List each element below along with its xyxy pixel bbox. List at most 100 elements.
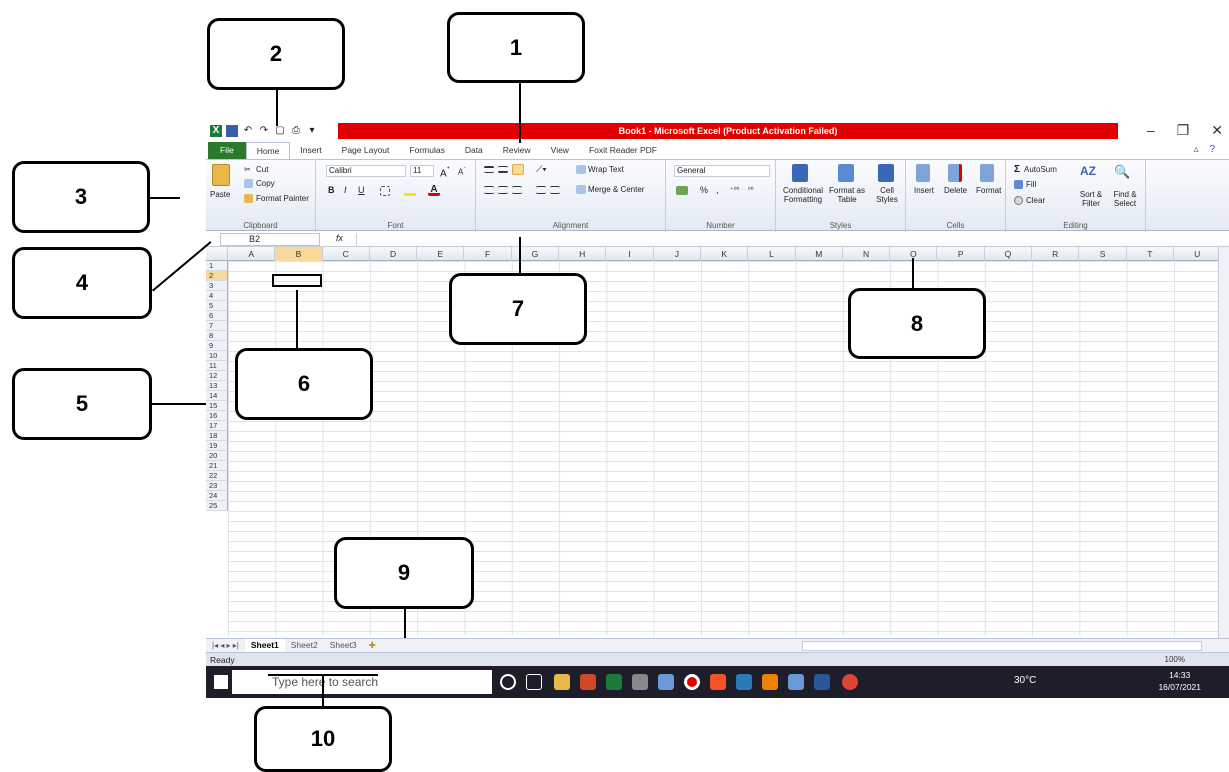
column-header-s[interactable]: S (1079, 247, 1127, 261)
row-header-5[interactable]: 5 (206, 301, 228, 311)
save-icon[interactable] (226, 125, 238, 137)
format-painter-button[interactable]: Format Painter (256, 194, 309, 203)
restore-icon[interactable]: ❐ (1177, 122, 1190, 139)
shrink-font-icon[interactable]: Aᐨ (458, 165, 466, 177)
select-all-corner[interactable] (206, 247, 228, 261)
align-right-icon[interactable] (512, 186, 522, 194)
find-select-button[interactable]: Find & Select (1108, 190, 1142, 208)
tab-page-layout[interactable]: Page Layout (332, 142, 400, 159)
increase-decimal-icon[interactable]: ⁺⁰⁰ (730, 186, 739, 194)
row-header-4[interactable]: 4 (206, 291, 228, 301)
row-header-7[interactable]: 7 (206, 321, 228, 331)
row-header-18[interactable]: 18 (206, 431, 228, 441)
decrease-decimal-icon[interactable]: ⁰⁰ (748, 186, 754, 194)
font-family-select[interactable]: Calibri (326, 165, 406, 177)
row-header-9[interactable]: 9 (206, 341, 228, 351)
insert-cells-icon[interactable] (916, 164, 930, 182)
sheet-tab-3[interactable]: Sheet3 (324, 639, 363, 652)
row-header-21[interactable]: 21 (206, 461, 228, 471)
insert-sheet-icon[interactable]: ✚ (363, 640, 382, 651)
row-header-6[interactable]: 6 (206, 311, 228, 321)
help-icon[interactable]: ? (1209, 144, 1219, 155)
font-color-icon[interactable]: A (428, 184, 440, 196)
fill-color-icon[interactable] (404, 186, 416, 196)
row-header-12[interactable]: 12 (206, 371, 228, 381)
formula-input[interactable] (356, 233, 1216, 246)
column-header-t[interactable]: T (1127, 247, 1174, 261)
cortana-icon[interactable] (500, 674, 516, 690)
orientation-icon[interactable]: ⟋▾ (536, 164, 550, 175)
column-header-d[interactable]: D (370, 247, 418, 261)
wrap-text-button[interactable]: Wrap Text (588, 165, 624, 174)
autosum-button[interactable]: AutoSum (1024, 165, 1057, 174)
tab-formulas[interactable]: Formulas (399, 142, 454, 159)
number-format-select[interactable]: General (674, 165, 770, 177)
undo-icon[interactable]: ↶ (242, 125, 254, 137)
row-header-2[interactable]: 2 (206, 271, 228, 281)
vertical-scrollbar[interactable] (1218, 247, 1229, 638)
fx-icon[interactable]: fx (336, 233, 343, 243)
format-table-icon[interactable] (838, 164, 854, 182)
column-header-h[interactable]: H (559, 247, 607, 261)
app-icon[interactable] (632, 674, 648, 690)
sort-filter-button[interactable]: Sort & Filter (1076, 190, 1106, 208)
row-header-17[interactable]: 17 (206, 421, 228, 431)
column-header-q[interactable]: Q (985, 247, 1033, 261)
app-icon-3[interactable] (710, 674, 726, 690)
row-header-10[interactable]: 10 (206, 351, 228, 361)
cell-styles-button[interactable]: Cell Styles (872, 186, 902, 204)
grow-font-icon[interactable]: Aᐩ (440, 164, 450, 179)
copy-button[interactable]: Copy (256, 179, 275, 188)
column-header-j[interactable]: J (654, 247, 701, 261)
underline-button[interactable]: U (358, 185, 365, 195)
row-header-24[interactable]: 24 (206, 491, 228, 501)
customize-icon[interactable]: ▾ (306, 125, 318, 137)
minimize-ribbon-icon[interactable]: ▵ (1194, 144, 1203, 155)
format-cells-icon[interactable] (980, 164, 994, 182)
zoom-level[interactable]: 100% (1165, 653, 1185, 667)
align-left-icon[interactable] (484, 186, 494, 194)
delete-cells-icon[interactable] (948, 164, 962, 182)
word-icon[interactable] (814, 674, 830, 690)
decrease-indent-icon[interactable] (536, 186, 546, 194)
row-header-25[interactable]: 25 (206, 501, 228, 511)
column-header-f[interactable]: F (465, 247, 512, 261)
row-header-1[interactable]: 1 (206, 261, 228, 271)
conditional-formatting-icon[interactable] (792, 164, 808, 182)
print-icon[interactable]: ⎙ (290, 125, 302, 137)
row-header-16[interactable]: 16 (206, 411, 228, 421)
column-header-m[interactable]: M (796, 247, 843, 261)
binoculars-icon[interactable]: 🔍 (1114, 164, 1130, 182)
vlc-icon[interactable] (762, 674, 778, 690)
tab-home[interactable]: Home (245, 142, 291, 159)
column-header-e[interactable]: E (417, 247, 465, 261)
row-header-3[interactable]: 3 (206, 281, 228, 291)
column-header-a[interactable]: A (228, 247, 276, 261)
camera-icon[interactable] (788, 674, 804, 690)
task-view-icon[interactable] (526, 674, 542, 690)
increase-indent-icon[interactable] (550, 186, 560, 194)
row-header-19[interactable]: 19 (206, 441, 228, 451)
name-box[interactable]: B2 (220, 233, 320, 246)
borders-icon[interactable] (380, 186, 390, 196)
sort-filter-icon[interactable]: AZ (1080, 164, 1096, 182)
cut-button[interactable]: Cut (256, 165, 268, 174)
sheet-tab-1[interactable]: Sheet1 (244, 639, 285, 652)
redo-icon[interactable]: ↷ (258, 125, 270, 137)
comma-button[interactable]: , (716, 185, 719, 195)
align-center-icon[interactable] (498, 186, 508, 194)
app-icon-2[interactable] (658, 674, 674, 690)
format-button[interactable]: Format (976, 186, 1001, 195)
tab-view[interactable]: View (541, 142, 579, 159)
file-explorer-icon[interactable] (554, 674, 570, 690)
currency-icon[interactable] (676, 186, 688, 195)
active-cell[interactable] (272, 274, 322, 287)
print-preview-icon[interactable]: ▢ (274, 125, 286, 137)
tab-file[interactable]: File (208, 142, 246, 159)
insert-button[interactable]: Insert (914, 186, 934, 195)
row-header-8[interactable]: 8 (206, 331, 228, 341)
bold-button[interactable]: B (328, 185, 335, 195)
row-header-15[interactable]: 15 (206, 401, 228, 411)
tab-foxit[interactable]: Foxit Reader PDF (579, 142, 667, 159)
column-header-b[interactable]: B (275, 247, 323, 261)
